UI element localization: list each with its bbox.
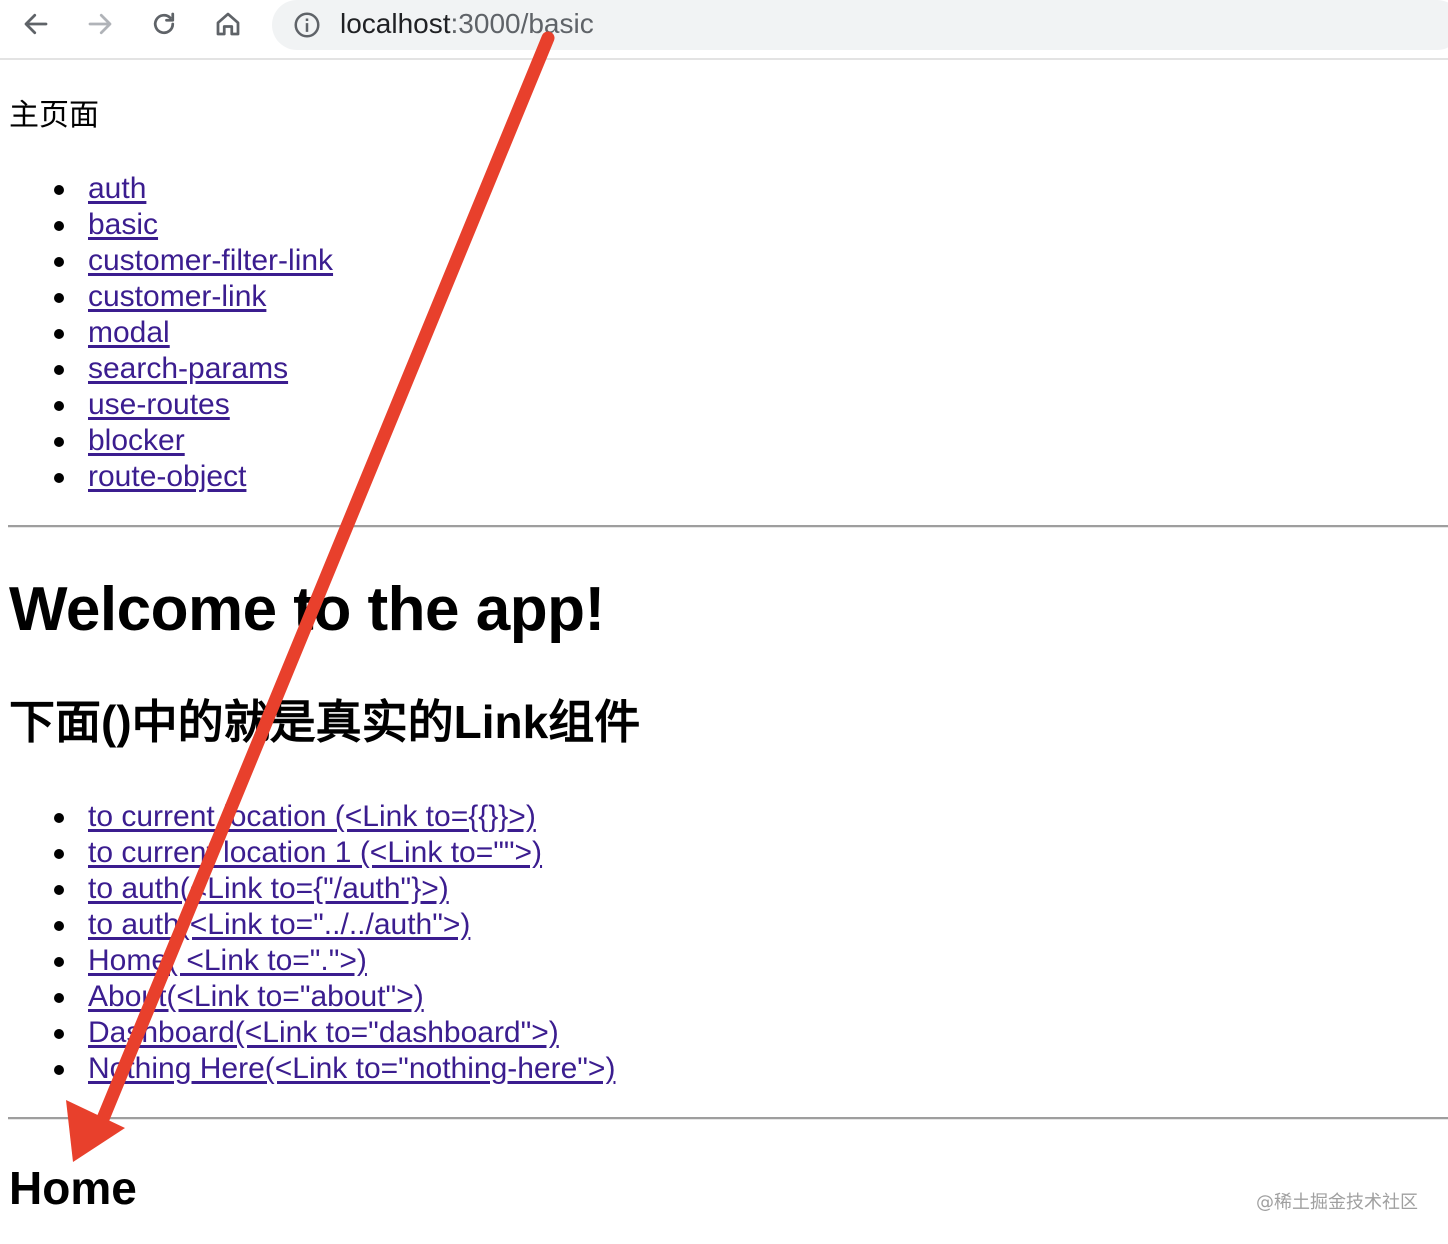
list-item: to auth(<Link to="../../auth">) [0, 907, 615, 943]
link-to-auth-relative[interactable]: to auth(<Link to="../../auth">) [88, 908, 470, 941]
link-current-location[interactable]: to current location (<Link to={{}}>) [88, 800, 536, 833]
link-customer-link[interactable]: customer-link [88, 280, 266, 313]
list-item: to auth(<Link to={"/auth"}>) [0, 871, 615, 907]
address-bar[interactable]: localhost:3000/basic [272, 0, 1448, 50]
url-host: localhost [340, 8, 451, 39]
url-path: :3000/basic [450, 8, 594, 39]
list-item: use-routes [0, 387, 333, 423]
home-icon [216, 12, 240, 36]
link-route-object[interactable]: route-object [88, 460, 246, 493]
list-item: Nothing Here(<Link to="nothing-here">) [0, 1051, 615, 1087]
list-item: route-object [0, 459, 333, 495]
list-item: to current location (<Link to={{}}>) [0, 799, 615, 835]
back-arrow-icon [24, 13, 48, 35]
list-item: basic [0, 207, 333, 243]
link-use-routes[interactable]: use-routes [88, 388, 230, 421]
forward-arrow-icon [88, 13, 112, 35]
list-item: to current location 1 (<Link to="">) [0, 835, 615, 871]
outlet-heading: Home [9, 1162, 137, 1214]
link-to-auth-absolute[interactable]: to auth(<Link to={"/auth"}>) [88, 872, 449, 905]
link-customer-filter-link[interactable]: customer-filter-link [88, 244, 333, 277]
link-about[interactable]: About(<Link to="about">) [88, 980, 424, 1013]
list-item: modal [0, 315, 333, 351]
link-basic[interactable]: basic [88, 208, 158, 241]
link-search-params[interactable]: search-params [88, 352, 288, 385]
link-auth[interactable]: auth [88, 172, 146, 205]
list-item: Home( <Link to=".">) [0, 943, 615, 979]
browser-toolbar: localhost:3000/basic [0, 0, 1448, 60]
list-item: Dashboard(<Link to="dashboard">) [0, 1015, 615, 1051]
home-button[interactable] [208, 4, 248, 44]
divider [8, 1117, 1448, 1120]
forward-button[interactable] [80, 4, 120, 44]
info-icon[interactable] [292, 10, 322, 40]
reload-icon [153, 12, 175, 35]
nav-link-list: auth basic customer-filter-link customer… [0, 171, 333, 495]
link-nothing-here[interactable]: Nothing Here(<Link to="nothing-here">) [88, 1052, 615, 1085]
link-blocker[interactable]: blocker [88, 424, 185, 457]
list-item: customer-link [0, 279, 333, 315]
list-item: About(<Link to="about">) [0, 979, 615, 1015]
link-current-location-1[interactable]: to current location 1 (<Link to="">) [88, 836, 542, 869]
list-item: blocker [0, 423, 333, 459]
watermark: @稀土掘金技术社区 [1256, 1192, 1418, 1213]
back-button[interactable] [16, 4, 56, 44]
divider [8, 525, 1448, 528]
list-item: customer-filter-link [0, 243, 333, 279]
link-component-heading: 下面()中的就是真实的Link组件 [9, 696, 641, 748]
link-modal[interactable]: modal [88, 316, 170, 349]
main-page-title: 主页面 [9, 99, 99, 132]
link-dashboard[interactable]: Dashboard(<Link to="dashboard">) [88, 1016, 559, 1049]
list-item: search-params [0, 351, 333, 387]
reload-button[interactable] [144, 4, 184, 44]
list-item: auth [0, 171, 333, 207]
link-home[interactable]: Home( <Link to=".">) [88, 944, 367, 977]
welcome-heading: Welcome to the app! [9, 575, 605, 644]
url-text[interactable]: localhost:3000/basic [340, 7, 594, 41]
demo-link-list: to current location (<Link to={{}}>) to … [0, 799, 615, 1087]
